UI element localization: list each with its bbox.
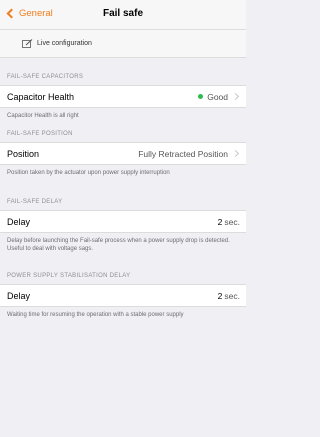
edit-icon: [22, 39, 33, 48]
section-header-delay: FAIL-SAFE DELAY: [7, 199, 63, 205]
section-header-position: FAIL-SAFE POSITION: [7, 131, 73, 137]
stabilisation-delay-row[interactable]: Delay 2 sec.: [0, 284, 246, 307]
page-title: Fail safe: [102, 8, 144, 19]
capacitor-health-label: Capacitor Health: [7, 91, 75, 102]
live-configuration-label: Live configuration: [37, 40, 92, 47]
failsafe-delay-row[interactable]: Delay 2 sec.: [0, 210, 246, 233]
stabilisation-delay-unit: sec.: [224, 290, 240, 301]
navigation-bar: General Fail safe: [0, 0, 246, 30]
capacitor-health-value: Good: [207, 91, 228, 102]
position-footer: Position taken by the actuator upon powe…: [7, 170, 170, 176]
position-row[interactable]: Position Fully Retracted Position: [0, 142, 246, 165]
stabilisation-delay-value: 2: [217, 290, 223, 301]
chevron-right-icon: [231, 92, 240, 101]
failsafe-delay-value: 2: [217, 216, 223, 227]
section-header-capacitors: FAIL-SAFE CAPACITORS: [7, 74, 84, 80]
capacitor-health-footer: Capacitor Health is all right: [7, 113, 79, 119]
chevron-right-icon: [231, 149, 240, 158]
section-header-stabilisation: POWER SUPPLY STABILISATION DELAY: [7, 273, 131, 279]
failsafe-delay-unit: sec.: [224, 216, 240, 227]
stabilisation-delay-label: Delay: [7, 290, 31, 301]
live-configuration-button[interactable]: Live configuration: [0, 30, 246, 58]
failsafe-delay-label: Delay: [7, 216, 31, 227]
position-label: Position: [7, 148, 40, 159]
capacitor-health-row[interactable]: Capacitor Health Good: [0, 85, 246, 108]
failsafe-delay-footer: Delay before launching the Fail-safe pro…: [7, 238, 230, 252]
position-value: Fully Retracted Position: [138, 148, 228, 159]
stabilisation-delay-footer: Waiting time for resuming the operation …: [7, 312, 184, 318]
status-dot-icon: [198, 94, 204, 99]
